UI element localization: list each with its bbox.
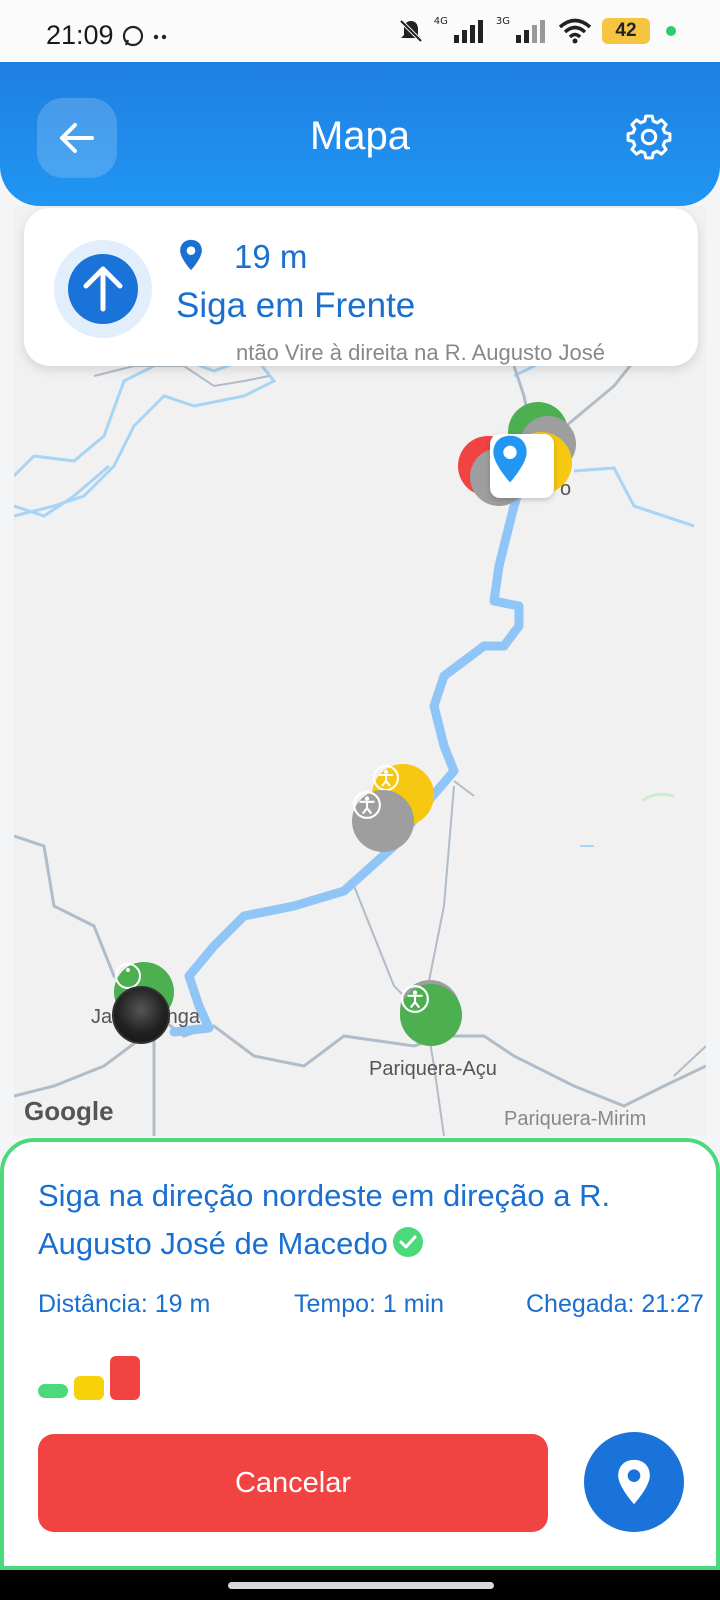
- instruction-distance: 19 m: [234, 238, 308, 275]
- map-marker-green-accessibility[interactable]: [400, 984, 462, 1046]
- route-instruction: Siga na direção nordeste em direção a R.…: [38, 1172, 688, 1268]
- recenter-location-button[interactable]: [584, 1432, 684, 1532]
- map-marker-gray-accessibility[interactable]: [352, 790, 414, 852]
- screen: 21:09 4G 3G 42 Pariquera-Açu Pariquera-M…: [0, 0, 720, 1600]
- accessibility-icon: [373, 765, 399, 791]
- location-pin-icon: [618, 1459, 650, 1505]
- net-label-1: 4G: [433, 15, 448, 27]
- status-time: 21:09: [46, 20, 114, 50]
- arrow-up-icon: [83, 266, 123, 312]
- traffic-level-indicator: [38, 1356, 140, 1400]
- instruction-text: Siga em Frente: [176, 286, 416, 325]
- battery-icon: 42: [602, 18, 650, 44]
- whatsapp-icon: [122, 25, 167, 47]
- net-label-2: 3G: [495, 15, 510, 27]
- location-pin-icon: [180, 239, 202, 271]
- system-nav-bar: [0, 1570, 720, 1600]
- home-indicator[interactable]: [228, 1582, 494, 1589]
- status-bar: 21:09 4G 3G 42: [0, 0, 720, 62]
- settings-button[interactable]: [624, 112, 674, 162]
- signal-icon-2: [516, 20, 545, 43]
- signal-icon: [453, 20, 483, 43]
- next-instruction-preview: ntão Vire à direita na R. Augusto José: [236, 340, 605, 365]
- mute-icon: [399, 19, 423, 43]
- route-time: Tempo: 1 min: [294, 1290, 445, 1318]
- destination-pin-card[interactable]: [490, 434, 554, 498]
- direction-badge: [54, 240, 152, 338]
- user-avatar-location[interactable]: [112, 986, 170, 1044]
- google-logo: Google: [24, 1096, 114, 1126]
- cancel-button[interactable]: Cancelar: [38, 1434, 548, 1532]
- accessibility-icon: [353, 791, 381, 819]
- route-distance: Distância: 19 m: [38, 1290, 211, 1318]
- page-title: Mapa: [309, 114, 411, 158]
- check-circle-icon: [392, 1227, 423, 1257]
- location-pin-icon: [493, 435, 527, 483]
- accessibility-icon: [401, 985, 429, 1013]
- route-instruction-text: Siga na direção nordeste em direção a R.…: [38, 1178, 611, 1261]
- navigation-instruction-card: 19 m Siga em Frente ntão Vire à direita …: [24, 208, 698, 366]
- route-info-panel: Siga na direção nordeste em direção a R.…: [0, 1138, 720, 1570]
- privacy-dot: [666, 26, 676, 36]
- direction-badge-inner: [68, 254, 138, 324]
- route-arrival: Chegada: 21:27: [526, 1290, 704, 1318]
- status-right-icons: 4G 3G 42: [398, 15, 676, 44]
- gear-icon: [626, 114, 672, 160]
- wifi-icon: [558, 18, 592, 44]
- app-header: Mapa: [0, 62, 720, 206]
- map-label-city: Pariquera-Mirim: [504, 1108, 647, 1130]
- status-left-icons: [122, 24, 172, 52]
- map-label-city: Pariquera-Açu: [369, 1058, 497, 1080]
